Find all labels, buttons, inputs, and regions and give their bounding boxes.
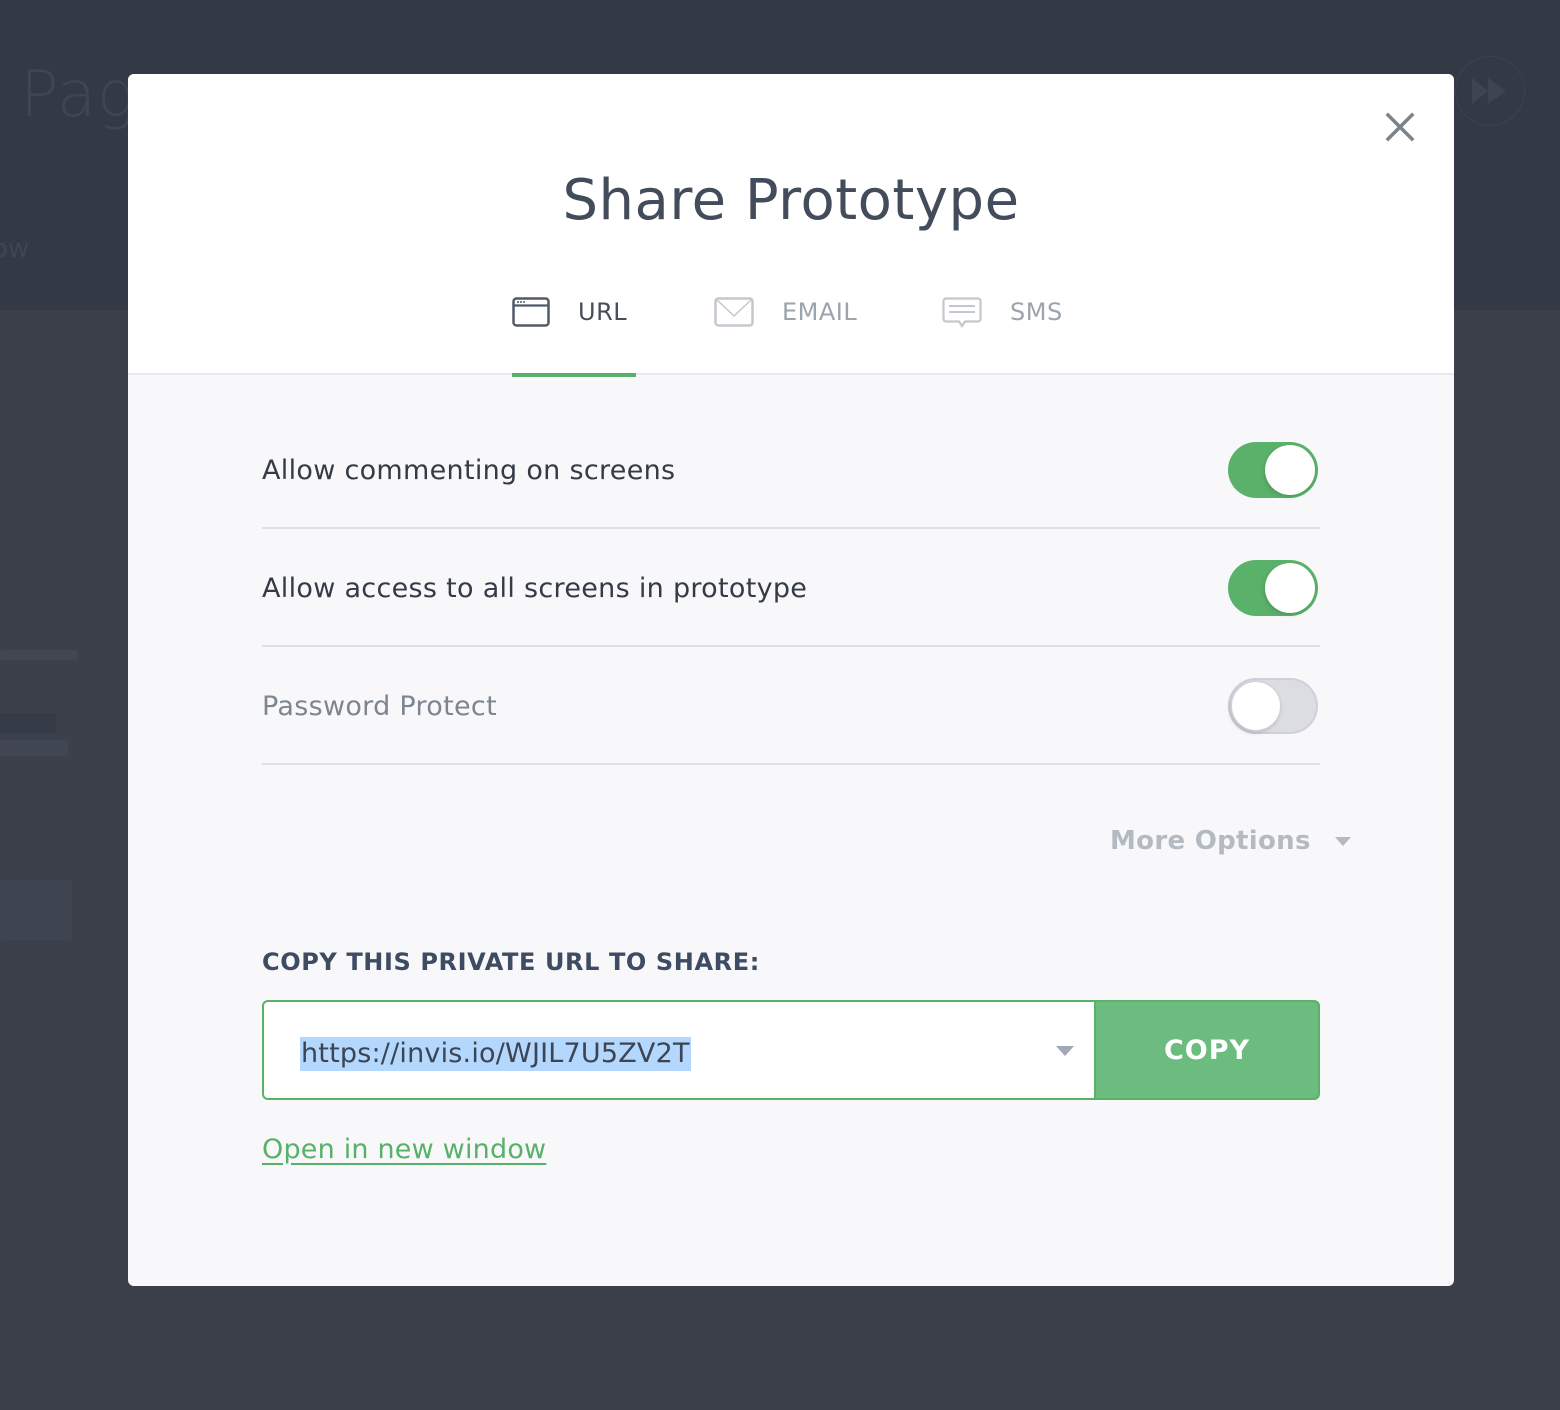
setting-label: Allow commenting on screens — [262, 455, 676, 486]
modal-title: Share Prototype — [562, 168, 1020, 233]
background-page-title: Pag — [20, 58, 137, 132]
close-icon — [1385, 112, 1415, 142]
commenting-toggle[interactable] — [1228, 442, 1318, 498]
background-subtitle: ow — [0, 234, 30, 264]
background-element — [0, 650, 78, 660]
share-url-input[interactable]: https://invis.io/WJIL7U5ZV2T — [262, 1000, 1094, 1100]
share-prototype-modal: Share Prototype URL EMAIL SMS Allow comm… — [128, 74, 1454, 1286]
tab-email[interactable]: EMAIL — [714, 284, 864, 376]
setting-row-password: Password Protect — [262, 647, 1320, 765]
tab-url[interactable]: URL — [512, 284, 636, 377]
toggle-knob — [1265, 445, 1315, 495]
toggle-knob — [1265, 563, 1315, 613]
caret-down-icon[interactable] — [1056, 1046, 1074, 1056]
share-tabs: URL EMAIL SMS — [512, 284, 1072, 377]
setting-row-access: Allow access to all screens in prototype — [262, 529, 1320, 647]
tab-email-label: EMAIL — [782, 298, 858, 326]
password-protect-toggle[interactable] — [1228, 678, 1318, 734]
setting-row-commenting: Allow commenting on screens — [262, 411, 1320, 529]
toggle-knob — [1231, 681, 1281, 731]
close-button[interactable] — [1383, 110, 1417, 144]
caret-down-icon — [1334, 836, 1351, 846]
background-element — [0, 880, 72, 940]
tab-sms[interactable]: SMS — [942, 284, 1072, 376]
share-url-value: https://invis.io/WJIL7U5ZV2T — [300, 1037, 691, 1071]
tab-sms-label: SMS — [1010, 298, 1063, 326]
background-element — [0, 740, 68, 756]
chat-bubble-icon — [942, 297, 982, 328]
setting-label: Allow access to all screens in prototype — [262, 573, 808, 604]
tab-url-label: URL — [578, 298, 628, 326]
fast-forward-button — [1455, 56, 1525, 126]
fast-forward-icon — [1472, 78, 1506, 104]
open-in-new-window-link[interactable]: Open in new window — [262, 1134, 546, 1165]
modal-header: Share Prototype URL EMAIL SMS — [128, 74, 1454, 377]
access-all-screens-toggle[interactable] — [1228, 560, 1318, 616]
active-tab-indicator — [512, 373, 636, 377]
more-options-label: More Options — [1110, 826, 1311, 856]
background-element — [0, 713, 56, 733]
url-section-heading: COPY THIS PRIVATE URL TO SHARE: — [262, 948, 760, 976]
copy-button[interactable]: COPY — [1094, 1000, 1320, 1100]
more-options-button[interactable]: More Options — [1110, 826, 1351, 856]
browser-window-icon — [512, 297, 550, 327]
setting-label: Password Protect — [262, 691, 497, 722]
envelope-icon — [714, 297, 754, 327]
share-url-group: https://invis.io/WJIL7U5ZV2T COPY — [262, 1000, 1320, 1100]
